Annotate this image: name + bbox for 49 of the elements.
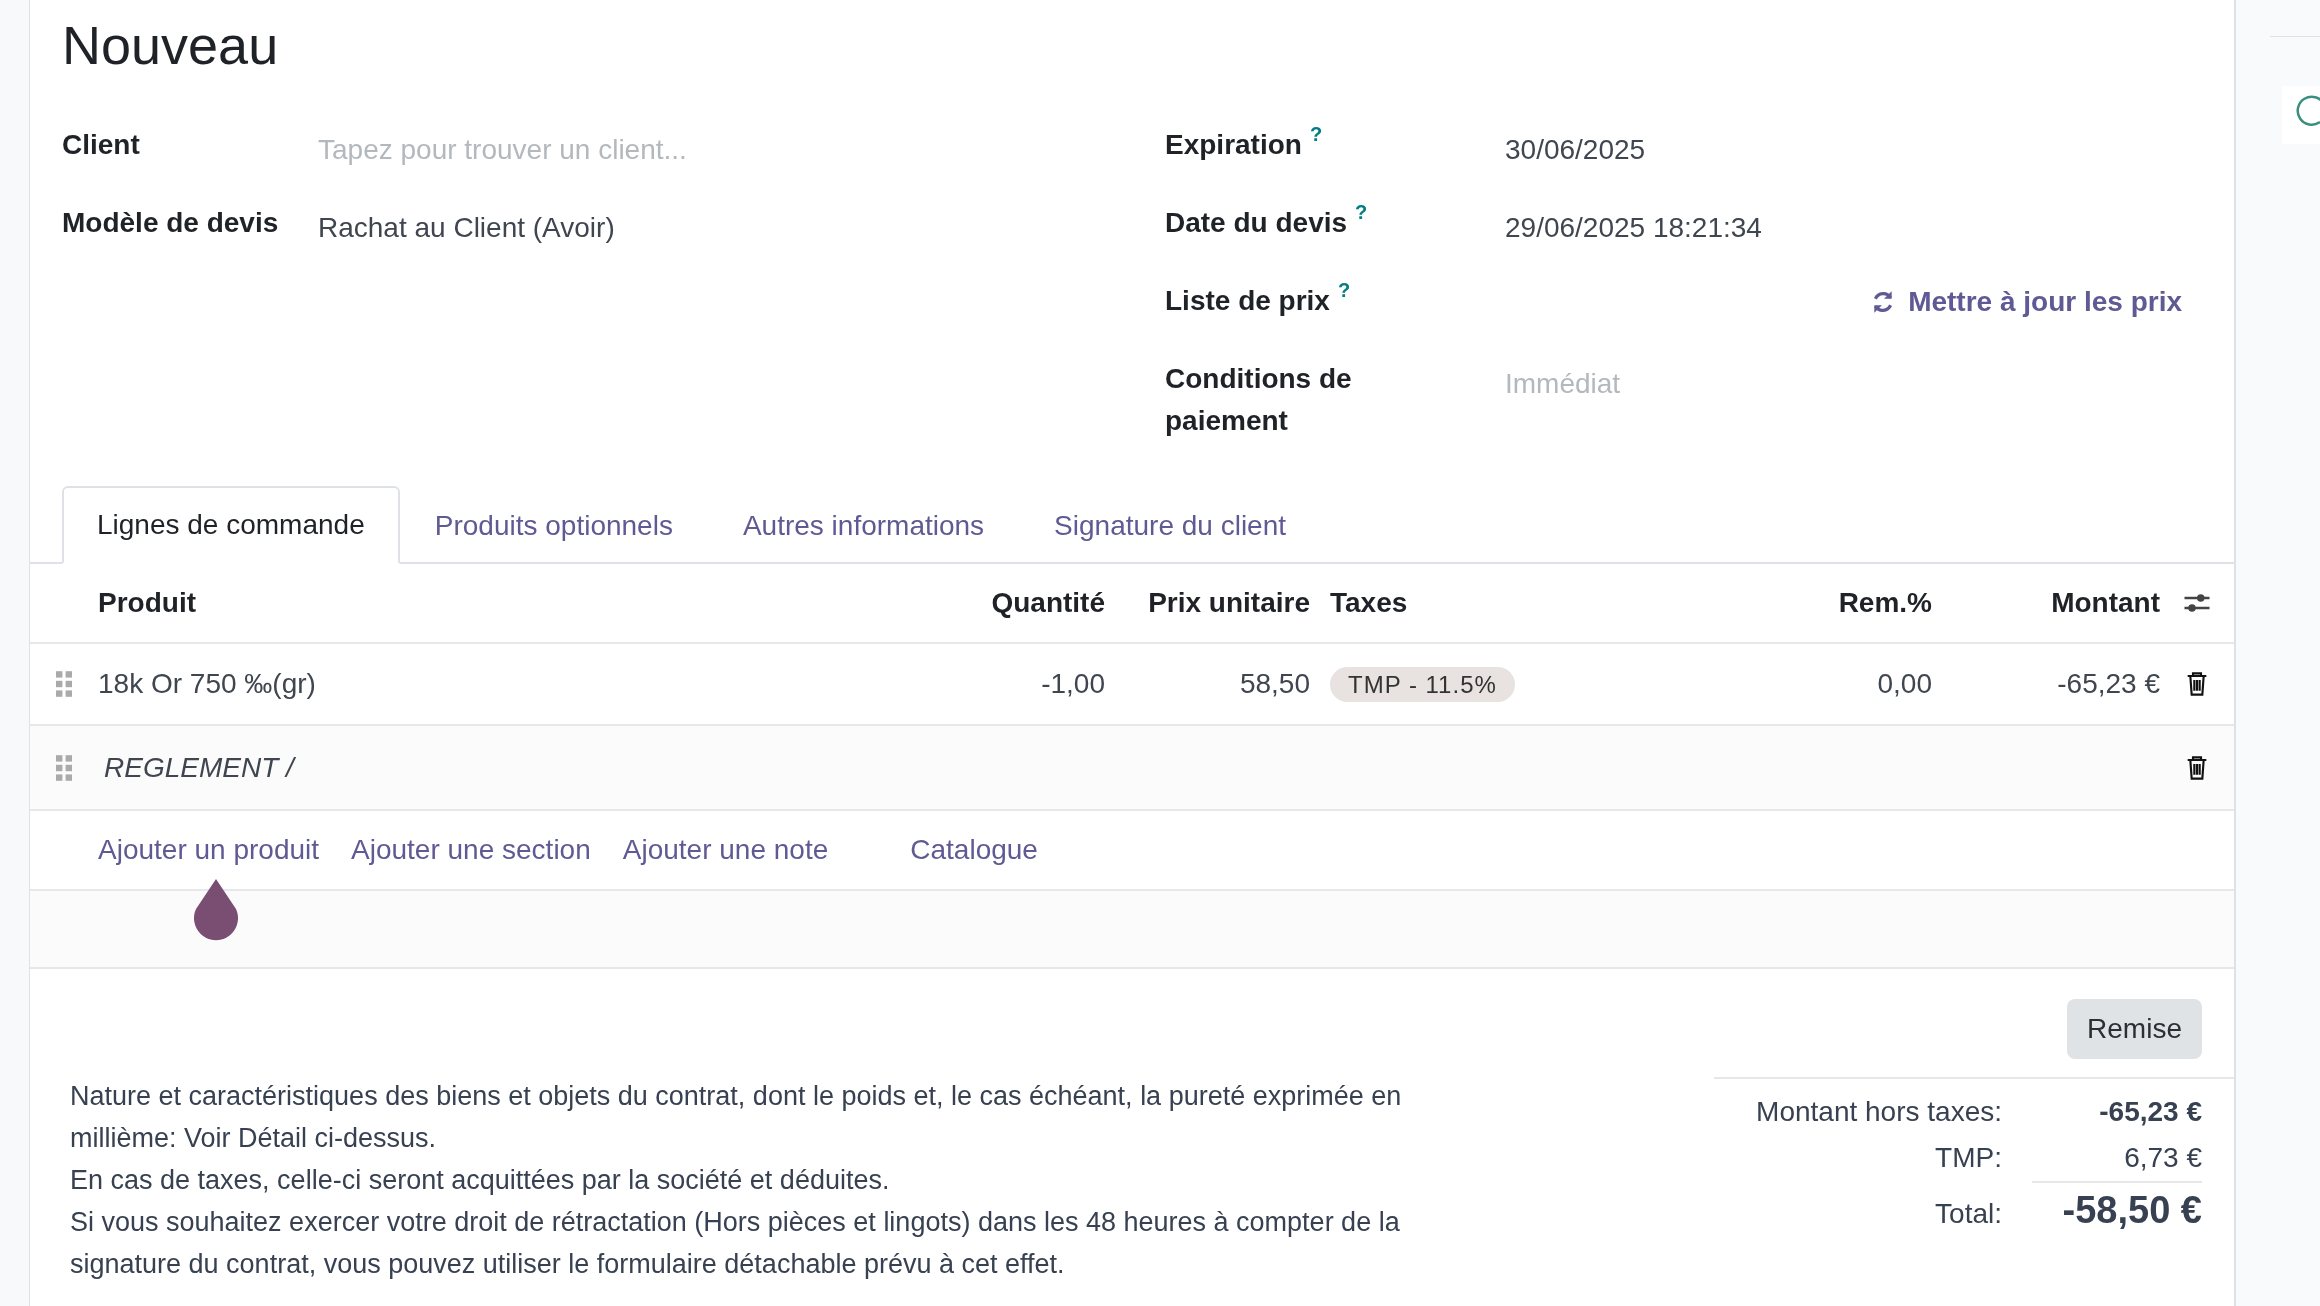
field-label: Modèle de devis — [61, 206, 280, 240]
field-label: Liste de prix — [1165, 284, 1330, 318]
table-cell: -65,23 € — [2057, 668, 2160, 700]
total-label: Montant hors taxes: — [1755, 1095, 2003, 1129]
input-field[interactable]: Immédiat — [1505, 360, 2105, 408]
tab[interactable]: Signature du client — [1019, 486, 1322, 564]
add-link[interactable]: Ajouter une note — [622, 834, 829, 866]
table-cell: 0,00 — [1877, 668, 1932, 700]
trash-icon[interactable] — [2186, 755, 2208, 780]
total-label: Total: — [1934, 1197, 2003, 1231]
table-cell: -1,00 — [1041, 668, 1105, 700]
column-header[interactable]: Rem.% — [1838, 587, 1932, 619]
table-cell: 58,50 — [1239, 668, 1310, 700]
note-line: REGLEMENT / — [103, 751, 297, 784]
terms-text: Nature et caractéristiques des biens et objets du contrat, dont le poids et, le cas échéant, la pureté exprimée en millième: Voir Détail ci-dessus. En cas de taxes, celle-ci seront acquittées par la société et déduites. Si vous souhaitez exercer votre droit de rétractation (Hors pièces et lingots) dans les 48 heures à compter de la signature du contrat, vous pouvez utiliser le formulaire détachable prévu à cet effet. — [70, 1080, 1403, 1281]
field-label: Client — [61, 128, 141, 162]
help-tooltip[interactable]: ? — [1355, 202, 1368, 222]
drag-handle-icon[interactable] — [56, 754, 72, 781]
field-value[interactable]: 29/06/2025 18:21:34 — [1505, 202, 1762, 252]
total-label: TMP: — [1934, 1141, 2003, 1175]
tab[interactable]: Lignes de commande — [62, 486, 400, 564]
total-value: -58,50 € — [2032, 1181, 2202, 1232]
input-field[interactable]: Tapez pour trouver un client... — [318, 126, 918, 174]
column-header[interactable]: Taxes — [1310, 587, 1408, 619]
field-value[interactable]: Rachat au Client (Avoir) — [318, 202, 615, 252]
column-header[interactable]: Prix unitaire — [1148, 587, 1310, 619]
form-title: Nouveau — [61, 14, 280, 77]
help-tooltip[interactable]: ? — [1309, 124, 1323, 144]
column-header[interactable]: Montant — [2051, 587, 2160, 619]
column-header[interactable]: Produit — [98, 587, 918, 619]
tab[interactable]: Autres informations — [707, 486, 1020, 564]
tab[interactable]: Produits optionnels — [399, 486, 708, 564]
field-label: Expiration — [1165, 128, 1302, 162]
drag-handle-icon[interactable] — [56, 671, 72, 697]
help-tooltip[interactable]: ? — [1337, 280, 1351, 300]
update-prices-button[interactable]: Mettre à jour les prix — [1870, 280, 2182, 324]
field-value[interactable]: 30/06/2025 — [1505, 124, 1646, 174]
trash-icon[interactable] — [2186, 672, 2208, 696]
field-label: Date du devis — [1165, 206, 1348, 240]
table-cell-text: 18k Or 750 ‰(gr) — [98, 668, 317, 700]
total-value: 6,73 € — [2123, 1142, 2202, 1174]
discount-button[interactable]: Remise — [2067, 999, 2202, 1059]
add-link[interactable]: Ajouter un produit — [98, 834, 320, 866]
total-value: -65,23 € — [2098, 1096, 2202, 1128]
add-link[interactable]: Ajouter une section — [351, 834, 591, 866]
field-label: Conditions de paiement — [1165, 362, 1353, 438]
tax-tag: TMP - 11.5% — [1330, 667, 1515, 702]
column-header[interactable]: Quantité — [991, 587, 1105, 619]
add-link[interactable]: Catalogue — [910, 834, 1038, 866]
